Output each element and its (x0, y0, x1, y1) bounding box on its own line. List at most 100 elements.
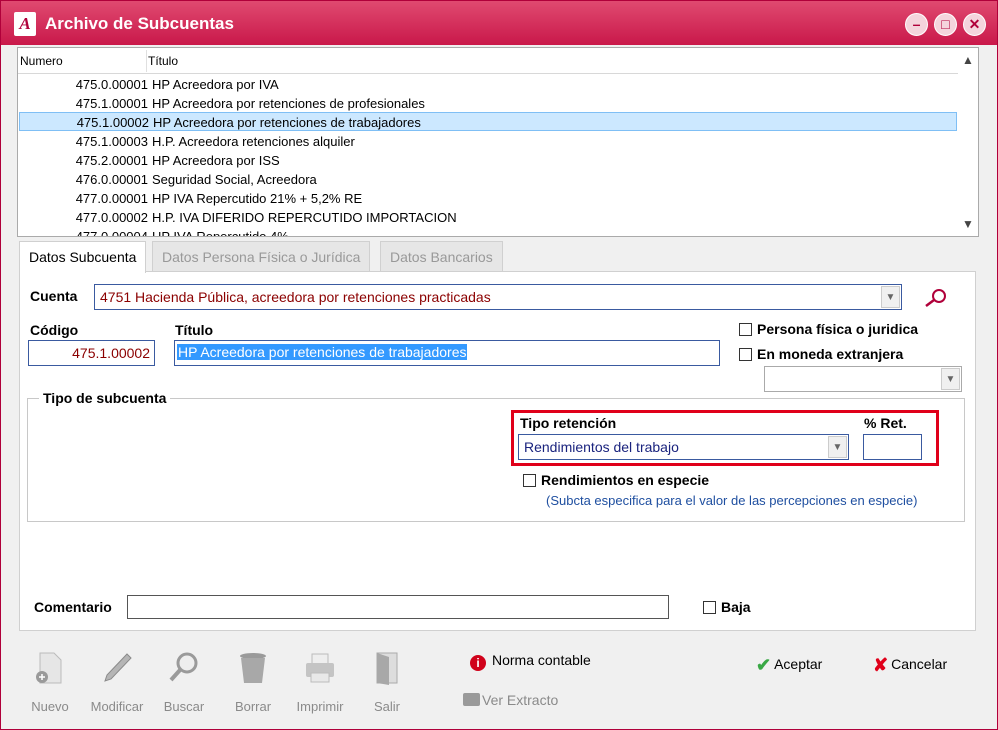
buscar-button[interactable]: Buscar (152, 649, 216, 719)
borrar-label: Borrar (234, 699, 272, 714)
salir-label: Salir (373, 699, 400, 714)
subcuentas-list[interactable]: Numero Título 475.0.00001 HP Acreedora po… (17, 47, 979, 237)
title-bar[interactable]: A Archivo de Subcuentas – □ ✕ (1, 1, 997, 45)
titulo-field[interactable]: HP Acreedora por retenciones de trabajad… (174, 340, 720, 366)
list-row[interactable]: 475.1.00003 H.P. Acreedora retenciones al… (18, 132, 958, 151)
checkbox-icon[interactable] (739, 322, 752, 336)
app-logo-icon: A (14, 12, 36, 36)
list-row[interactable]: 477.0.00002 H.P. IVA DIFERIDO REPERCUTIDO… (18, 208, 958, 227)
row-number: 477.0.00001 (75, 191, 148, 206)
magnifier-icon (169, 652, 198, 682)
checkbox-icon[interactable] (523, 473, 536, 487)
list-row-selected[interactable]: 475.1.00002 HP Acreedora por retenciones … (19, 112, 957, 131)
norma-contable-label: Norma contable (492, 652, 591, 668)
ver-extracto-link[interactable]: Ver Extracto (463, 692, 558, 708)
x-mark-icon: ✘ (873, 655, 889, 675)
pct-ret-label: % Ret. (864, 415, 907, 431)
aceptar-label: Aceptar (774, 656, 823, 672)
borrar-button[interactable]: Borrar (221, 649, 285, 719)
rendimientos-especie-label: Rendimientos en especie (541, 472, 710, 488)
row-title: HP Acreedora por IVA (152, 77, 279, 92)
row-title: H.P. Acreedora retenciones alquiler (152, 134, 355, 149)
buscar-label: Buscar (163, 699, 205, 714)
chevron-down-icon[interactable]: ▼ (828, 436, 847, 458)
info-icon: i (470, 655, 486, 671)
pct-ret-field[interactable] (863, 434, 922, 460)
scroll-up-icon[interactable]: ▲ (958, 50, 978, 70)
cuenta-label: Cuenta (30, 288, 78, 304)
comentario-label: Comentario (34, 599, 112, 615)
row-title: HP IVA Repercutido 21% + 5,2% RE (152, 191, 363, 206)
titulo-label: Título (175, 322, 214, 338)
row-number: 477.0.00004 (75, 229, 148, 237)
moneda-extranjera-checkbox[interactable]: En moneda extranjera (739, 346, 903, 362)
list-row[interactable]: 475.0.00001 HP Acreedora por IVA (18, 75, 958, 94)
imprimir-button[interactable]: Imprimir (288, 649, 352, 719)
row-number: 475.2.00001 (75, 153, 148, 168)
row-title: HP Acreedora por retenciones de profesio… (152, 96, 425, 111)
row-number: 476.0.00001 (75, 172, 148, 187)
row-number: 475.1.00002 (76, 115, 149, 130)
especie-note: (Subcta especifica para el valor de las … (546, 493, 918, 508)
salir-button[interactable]: Salir (355, 649, 419, 719)
close-icon[interactable]: ✕ (963, 13, 986, 36)
search-magnifier-icon[interactable] (923, 286, 949, 308)
cancelar-button[interactable]: ✘ Cancelar (873, 655, 947, 676)
row-number: 477.0.00002 (75, 210, 148, 225)
column-header-titulo[interactable]: Título (148, 54, 178, 68)
persona-fisica-label: Persona física o juridica (757, 321, 919, 337)
comentario-field[interactable] (127, 595, 669, 619)
row-title: HP Acreedora por ISS (152, 153, 280, 168)
trash-icon (240, 653, 266, 683)
codigo-label: Código (30, 322, 79, 338)
window-title: Archivo de Subcuentas (45, 14, 234, 33)
aceptar-button[interactable]: ✔ Aceptar (756, 655, 822, 676)
row-title: HP IVA Repercutido 4% (152, 229, 289, 237)
tipo-subcuenta-label: Tipo de subcuenta (39, 390, 171, 406)
printer-icon (306, 653, 334, 683)
cuenta-select[interactable]: 4751 Hacienda Pública, acreedora por ret… (94, 284, 902, 310)
exit-door-icon (376, 652, 398, 685)
list-row[interactable]: 475.1.00001 HP Acreedora por retenciones … (18, 94, 958, 113)
persona-fisica-checkbox[interactable]: Persona física o juridica (739, 321, 918, 337)
baja-label: Baja (721, 599, 751, 615)
column-separator (146, 50, 147, 72)
chevron-down-icon[interactable]: ▼ (881, 286, 900, 308)
codigo-field[interactable]: 475.1.00002 (28, 340, 155, 366)
tab-datos-subcuenta[interactable]: Datos Subcuenta (19, 241, 147, 273)
extract-icon (463, 693, 480, 706)
list-row[interactable]: 477.0.00001 HP IVA Repercutido 21% + 5,2%… (18, 189, 958, 208)
tipo-retencion-select[interactable]: Rendimientos del trabajo ▼ (518, 434, 849, 460)
baja-checkbox[interactable]: Baja (703, 599, 751, 615)
scroll-down-icon[interactable]: ▼ (958, 214, 978, 234)
checkbox-icon[interactable] (739, 347, 752, 361)
list-row[interactable]: 475.2.00001 HP Acreedora por ISS (18, 151, 958, 170)
minimize-icon[interactable]: – (905, 13, 928, 36)
titulo-value: HP Acreedora por retenciones de trabajad… (177, 344, 468, 360)
imprimir-label: Imprimir (296, 699, 344, 714)
list-scrollbar[interactable]: ▲ ▼ (958, 48, 978, 236)
checkbox-icon[interactable] (703, 600, 716, 614)
list-row[interactable]: 477.0.00004 HP IVA Repercutido 4% (18, 227, 958, 237)
tab-datos-persona[interactable]: Datos Persona Física o Jurídica (152, 241, 371, 272)
modificar-button[interactable]: Modificar (85, 649, 149, 719)
pencil-icon (104, 653, 132, 682)
modificar-label: Modificar (90, 699, 144, 714)
ver-extracto-label: Ver Extracto (482, 692, 559, 708)
tipo-retencion-label: Tipo retención (520, 415, 617, 431)
check-icon: ✔ (756, 655, 772, 675)
nuevo-button[interactable]: Nuevo (18, 649, 82, 719)
row-number: 475.0.00001 (75, 77, 148, 92)
chevron-down-icon[interactable]: ▼ (941, 368, 960, 390)
column-header-numero[interactable]: Numero (20, 54, 63, 68)
tab-datos-bancarios[interactable]: Datos Bancarios (380, 241, 503, 272)
rendimientos-especie-checkbox[interactable]: Rendimientos en especie (523, 472, 709, 488)
row-title: Seguridad Social, Acreedora (152, 172, 317, 187)
new-document-icon (36, 652, 62, 684)
maximize-icon[interactable]: □ (934, 13, 957, 36)
moneda-select[interactable]: ▼ (764, 366, 962, 392)
nuevo-label: Nuevo (31, 699, 69, 714)
row-number: 475.1.00003 (75, 134, 148, 149)
list-row[interactable]: 476.0.00001 Seguridad Social, Acreedora (18, 170, 958, 189)
norma-contable-link[interactable]: i Norma contable (470, 652, 591, 671)
